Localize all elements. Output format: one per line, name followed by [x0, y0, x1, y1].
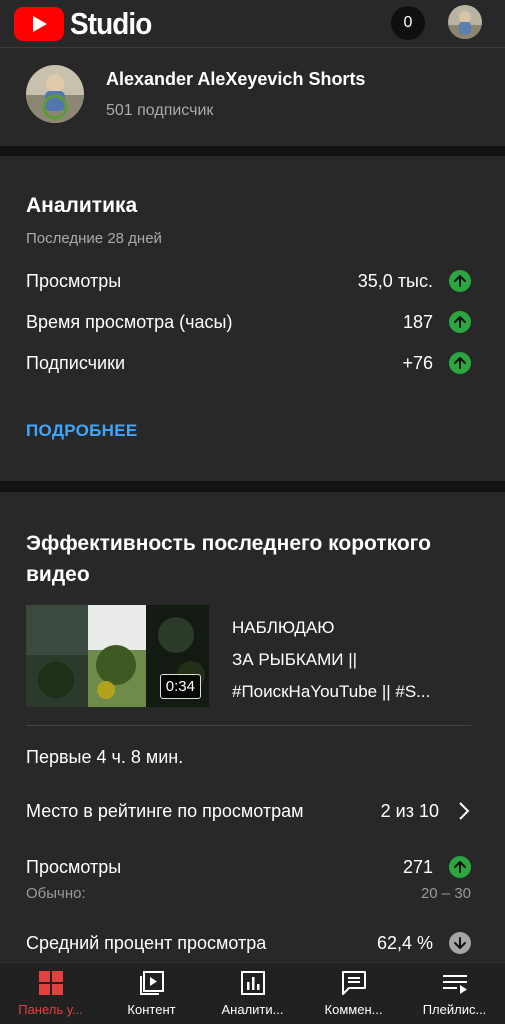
metric-row-watch-time: Время просмотра (часы) 187 — [26, 308, 471, 336]
metric-label: Время просмотра (часы) — [26, 311, 233, 332]
comments-icon — [341, 971, 366, 995]
avg-percent-row: Средний процент просмотра 62,4 % — [26, 929, 471, 957]
trend-up-icon — [449, 856, 471, 878]
metric-row-views: Просмотры 35,0 тыс. — [26, 267, 471, 295]
analytics-card: Аналитика Последние 28 дней Просмотры 35… — [0, 156, 505, 481]
video-thumbnail[interactable]: 0:34 — [26, 605, 209, 707]
top-app-bar: Studio 0 — [0, 0, 505, 48]
account-avatar[interactable] — [448, 5, 482, 39]
avatar-image-icon — [448, 5, 482, 39]
video-duration: 0:34 — [159, 674, 201, 699]
nav-label: Аналити... — [221, 1002, 284, 1017]
nav-playlists[interactable]: Плейлис... — [404, 963, 505, 1024]
nav-label: Контент — [127, 1002, 176, 1017]
analytics-title: Аналитика — [26, 194, 138, 217]
metric-label: Просмотры — [26, 856, 122, 877]
metric-label: Просмотры — [26, 270, 122, 291]
nav-label: Панель у... — [18, 1002, 83, 1017]
latest-short-card: Эффективность последнего короткого видео… — [0, 492, 505, 962]
metric-value: 187 — [402, 311, 433, 332]
metric-label: Подписчики — [26, 352, 126, 373]
analytics-more-link[interactable]: ПОДРОБНЕЕ — [26, 421, 138, 441]
youtube-logo-icon — [14, 6, 64, 41]
notification-count: 0 — [403, 14, 413, 31]
nav-analytics[interactable]: Аналити... — [202, 963, 303, 1024]
usual-value: 20 – 30 — [420, 885, 471, 902]
studio-dashboard: Studio 0 Alexander AleXeyevich Shorts 50… — [0, 0, 505, 1024]
subscriber-count: 501 подписчик — [106, 102, 214, 119]
channel-card[interactable]: Alexander AleXeyevich Shorts 501 подписч… — [0, 48, 505, 146]
nav-comments[interactable]: Коммен... — [303, 963, 404, 1024]
metric-value: +76 — [402, 352, 433, 373]
nav-label: Коммен... — [324, 1002, 383, 1017]
rank-label: Место в рейтинге по просмотрам — [26, 800, 304, 821]
video-title-line: #ПоискНаYouTube || #S... — [232, 682, 431, 701]
channel-avatar — [26, 65, 84, 123]
metric-value: 271 — [402, 856, 433, 877]
analytics-icon — [240, 971, 265, 995]
brand-text: Studio — [70, 5, 152, 41]
dashboard-icon — [38, 971, 63, 995]
trend-up-icon — [449, 270, 471, 292]
notifications-button[interactable]: 0 — [391, 6, 425, 40]
channel-avatar-icon — [26, 65, 84, 123]
chevron-right-icon — [459, 802, 470, 820]
latest-short-title: Эффективность последнего короткого видео — [26, 532, 431, 586]
nav-label: Плейлис... — [422, 1002, 487, 1017]
video-title[interactable]: НАБЛЮДАЮ ЗА РЫБКАМИ || #ПоискНаYouTube |… — [232, 612, 477, 708]
channel-name: Alexander AleXeyevich Shorts — [106, 69, 366, 89]
usual-label: Обычно: — [26, 885, 86, 902]
rank-value: 2 из 10 — [380, 800, 439, 821]
metric-value: 62,4 % — [376, 932, 433, 953]
first-hours-label: Первые 4 ч. 8 мин. — [26, 747, 184, 767]
content-icon — [139, 971, 164, 995]
usual-views-row: Обычно: 20 – 30 — [26, 885, 471, 902]
video-title-line: НАБЛЮДАЮ — [232, 618, 335, 637]
studio-logo[interactable]: Studio — [14, 6, 160, 42]
metric-value: 35,0 тыс. — [357, 270, 433, 291]
bottom-navigation: Панель у... Контент Аналити... Коммен...… — [0, 962, 505, 1024]
metric-label: Средний процент просмотра — [26, 932, 267, 953]
short-views-row: Просмотры 271 — [26, 853, 471, 881]
trend-up-icon — [449, 311, 471, 333]
playlist-icon — [442, 975, 467, 994]
trend-down-icon — [449, 932, 471, 954]
nav-content[interactable]: Контент — [101, 963, 202, 1024]
divider — [26, 725, 471, 726]
video-title-line: ЗА РЫБКАМИ || — [232, 650, 358, 669]
analytics-period: Последние 28 дней — [26, 230, 162, 247]
metric-row-subscribers: Подписчики +76 — [26, 349, 471, 377]
nav-dashboard[interactable]: Панель у... — [0, 963, 101, 1024]
rank-row[interactable]: Место в рейтинге по просмотрам 2 из 10 — [26, 797, 471, 825]
trend-up-icon — [449, 352, 471, 374]
